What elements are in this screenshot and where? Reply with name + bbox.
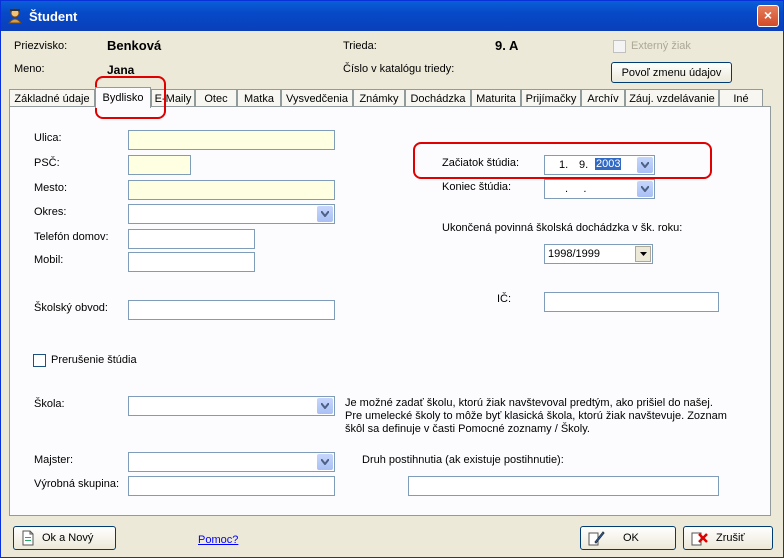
skolsky-obvod-input[interactable] xyxy=(128,300,335,320)
tab-ine[interactable]: Iné xyxy=(719,89,763,107)
pomoc-link[interactable]: Pomoc? xyxy=(198,534,238,546)
ic-label: IČ: xyxy=(497,293,512,305)
new-document-icon xyxy=(22,530,34,546)
vyrobna-skupina-input[interactable] xyxy=(128,476,335,496)
tab-zakladne-udaje[interactable]: Základné údaje xyxy=(9,89,95,107)
koniec-studia-date-picker[interactable]: . . xyxy=(544,179,655,199)
ukoncena-dochadzka-label: Ukončená povinná školská dochádzka v šk.… xyxy=(442,222,683,234)
ic-input[interactable] xyxy=(544,292,719,312)
zrusit-label: Zrušiť xyxy=(716,532,745,544)
psc-label: PSČ: xyxy=(34,157,60,169)
skola-dropdown-button[interactable] xyxy=(317,398,333,414)
tab-zauj-vzdelavanie[interactable]: Záuj. vzdelávanie xyxy=(625,89,719,107)
druh-postihnutia-input[interactable] xyxy=(408,476,719,496)
chevron-down-icon xyxy=(321,459,329,465)
student-window: Študent × Priezvisko: Benková Meno: Jana… xyxy=(0,0,784,558)
ok-button[interactable]: OK xyxy=(580,526,676,550)
okres-label: Okres: xyxy=(34,206,67,218)
close-icon: × xyxy=(763,7,773,23)
externy-ziak-label: Externý žiak xyxy=(631,40,691,52)
telefon-label: Telefón domov: xyxy=(34,231,109,243)
mesto-label: Mesto: xyxy=(34,182,68,194)
skola-note-line-1: Je možné zadať školu, ktorú žiak navštev… xyxy=(345,397,713,409)
mesto-input[interactable] xyxy=(128,180,335,200)
okres-select[interactable] xyxy=(128,204,335,224)
ok-a-novy-label: Ok a Nový xyxy=(42,532,94,544)
prerusenie-studia-label: Prerušenie štúdia xyxy=(51,354,137,366)
ulica-label: Ulica: xyxy=(34,132,62,144)
ukoncena-dochadzka-select[interactable]: 1998/1999 xyxy=(544,244,653,264)
majster-dropdown-button[interactable] xyxy=(317,454,333,470)
pen-document-icon xyxy=(588,531,605,546)
skola-note-line-2: Pre umelecké školy to môže byť klasická … xyxy=(345,410,727,422)
triangle-down-icon xyxy=(639,252,647,256)
student-app-icon xyxy=(7,8,23,24)
priezvisko-label: Priezvisko: xyxy=(14,40,68,52)
psc-input[interactable] xyxy=(128,155,191,175)
priezvisko-value: Benková xyxy=(107,38,162,53)
katalog-label: Číslo v katalógu triedy: xyxy=(343,63,455,75)
ukoncena-dropdown-button[interactable] xyxy=(635,246,651,262)
koniec-dropdown-button[interactable] xyxy=(637,181,653,197)
povol-zmenu-button[interactable]: Povoľ zmenu údajov xyxy=(611,62,732,83)
okres-dropdown-button[interactable] xyxy=(317,206,333,222)
tab-archiv[interactable]: Archív xyxy=(581,89,625,107)
majster-label: Majster: xyxy=(34,454,74,466)
zrusit-button[interactable]: Zrušiť xyxy=(683,526,773,550)
title-bar[interactable]: Študent × xyxy=(1,1,783,31)
skola-note-line-3: škôl sa definuje v časti Pomocné zoznamy… xyxy=(345,423,590,435)
tab-vysvedcenia[interactable]: Vysvedčenia xyxy=(281,89,353,107)
ok-label: OK xyxy=(623,532,639,544)
druh-postihnutia-label: Druh postihnutia (ak existuje postihnuti… xyxy=(362,454,564,466)
trieda-value: 9. A xyxy=(495,38,519,53)
chevron-down-icon xyxy=(641,186,649,192)
ok-a-novy-button[interactable]: Ok a Nový xyxy=(13,526,116,550)
tab-maturita[interactable]: Maturita xyxy=(471,89,521,107)
tab-bydlisko[interactable]: Bydlisko xyxy=(95,87,151,108)
tab-bar: Základné údaje Bydlisko E-Maily Otec Mat… xyxy=(9,87,771,108)
cancel-x-icon xyxy=(691,532,708,546)
skola-label: Škola: xyxy=(34,398,65,410)
externy-ziak-checkbox[interactable] xyxy=(613,40,626,53)
koniec-studia-label: Koniec štúdia: xyxy=(442,181,512,193)
mobil-input[interactable] xyxy=(128,252,255,272)
prerusenie-studia-checkbox[interactable] xyxy=(33,354,46,367)
vyrobna-skupina-label: Výrobná skupina: xyxy=(34,478,119,490)
skolsky-obvod-label: Školský obvod: xyxy=(34,302,108,314)
meno-value: Jana xyxy=(107,63,135,77)
tab-matka[interactable]: Matka xyxy=(237,89,281,107)
telefon-input[interactable] xyxy=(128,229,255,249)
tab-dochadzka[interactable]: Dochádzka xyxy=(405,89,471,107)
tab-znamky[interactable]: Známky xyxy=(353,89,405,107)
trieda-label: Trieda: xyxy=(343,40,377,52)
chevron-down-icon xyxy=(321,403,329,409)
highlight-zaciatok-studia xyxy=(413,142,712,179)
skola-select[interactable] xyxy=(128,396,335,416)
tab-prijimacky[interactable]: Prijímačky xyxy=(521,89,581,107)
ukoncena-dochadzka-value: 1998/1999 xyxy=(548,248,600,260)
tab-otec[interactable]: Otec xyxy=(195,89,237,107)
window-title: Študent xyxy=(29,9,78,24)
ulica-input[interactable] xyxy=(128,130,335,150)
koniec-placeholder: . . xyxy=(565,183,587,195)
meno-label: Meno: xyxy=(14,63,45,75)
close-button[interactable]: × xyxy=(757,5,779,27)
mobil-label: Mobil: xyxy=(34,254,64,266)
majster-select[interactable] xyxy=(128,452,335,472)
chevron-down-icon xyxy=(321,211,329,217)
